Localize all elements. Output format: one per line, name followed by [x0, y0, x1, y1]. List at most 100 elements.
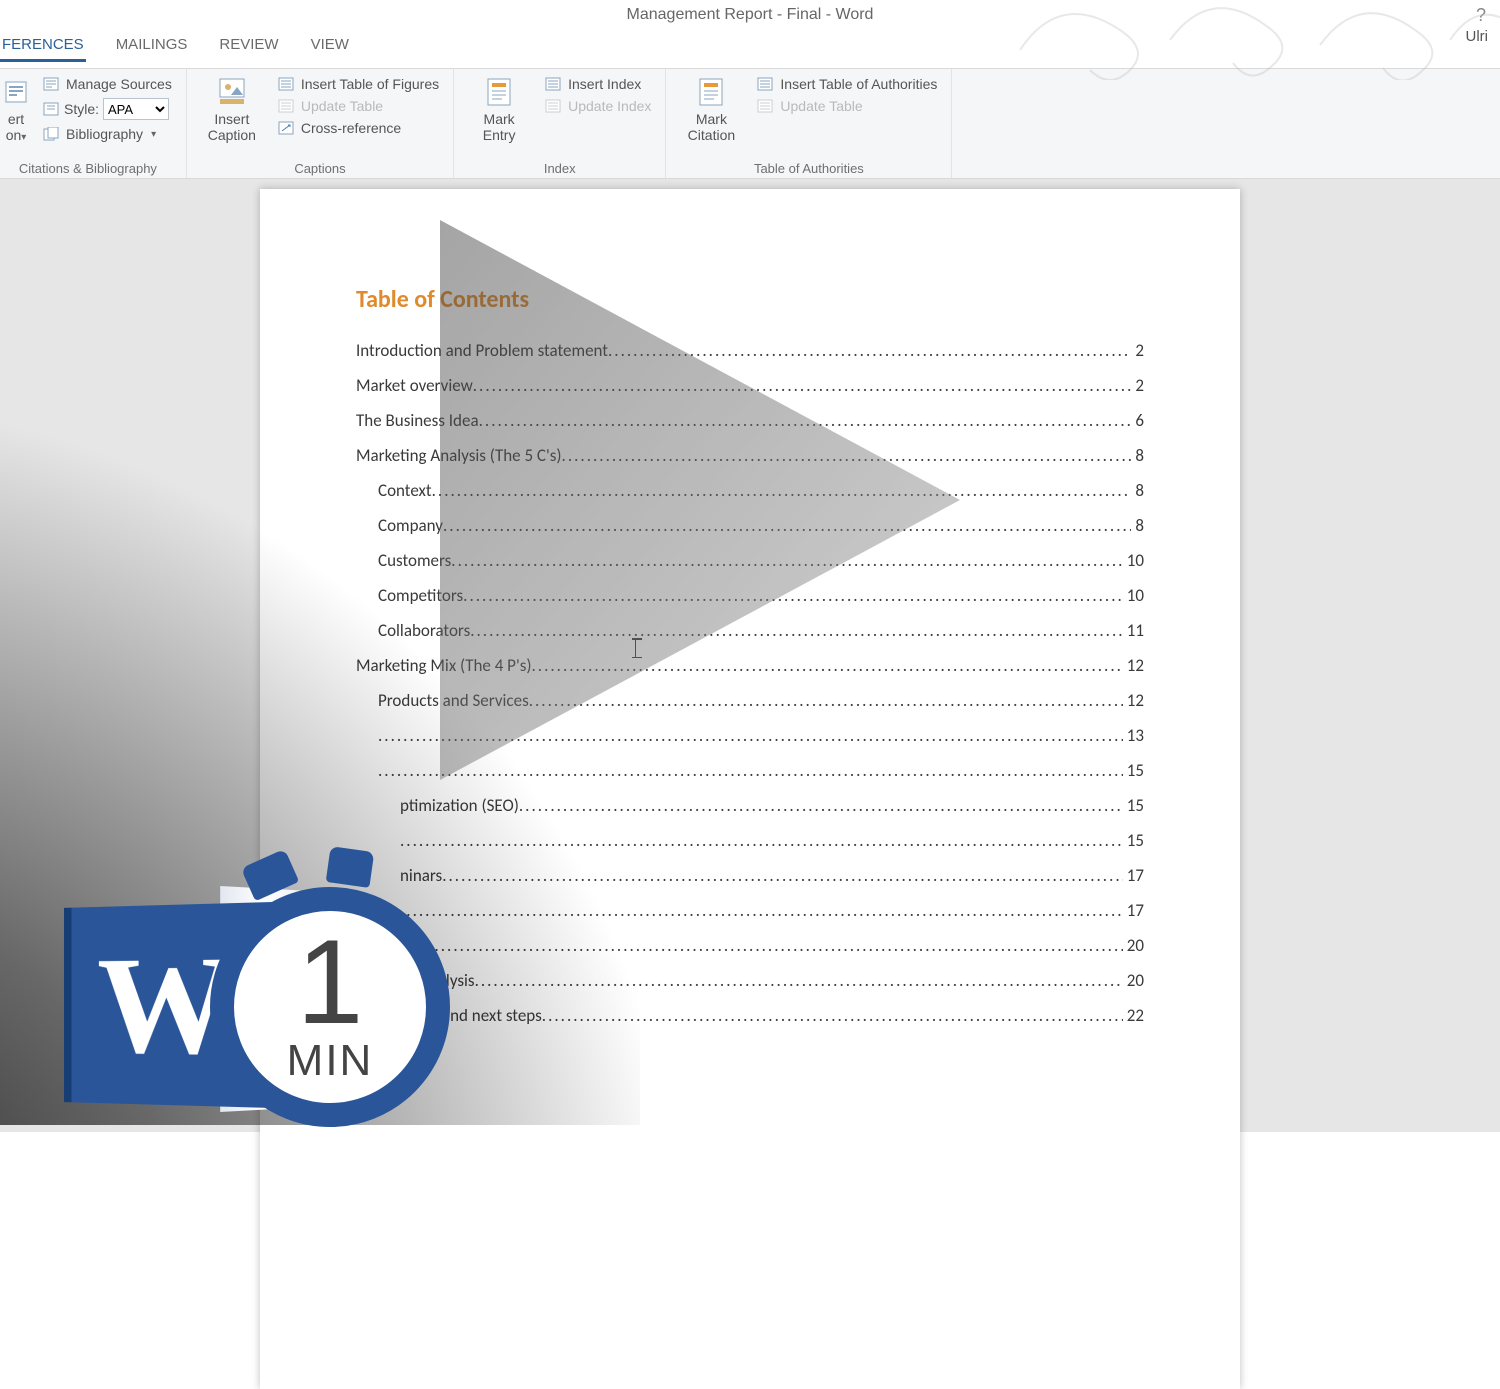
update-index-icon — [544, 98, 562, 114]
toc-entry-text: Company — [378, 515, 443, 536]
toc-entry-page: 10 — [1123, 585, 1144, 606]
toc-entry[interactable]: Collaborators 11 — [356, 620, 1144, 641]
text-cursor-icon — [635, 638, 637, 658]
toc-heading: Table of Contents — [356, 285, 1144, 314]
toc-leader-dots — [416, 935, 1123, 956]
crossref-icon — [277, 120, 295, 136]
insert-citation-button[interactable]: ert on▾ — [0, 75, 32, 144]
document-page[interactable]: Table of Contents Introduction and Probl… — [260, 189, 1240, 1389]
toc-entry-page: 17 — [1123, 865, 1144, 886]
ribbon-tabs: FERENCES MAILINGS REVIEW VIEW — [0, 30, 1500, 69]
toc-entry-text: Marketing Mix (The 4 P's) — [356, 655, 532, 676]
toc-leader-dots — [542, 1005, 1123, 1026]
citation-style-dropdown[interactable]: Style: APA — [38, 97, 176, 121]
toc-leader-dots — [562, 445, 1132, 466]
insert-table-of-figures-button[interactable]: Insert Table of Figures — [273, 75, 443, 93]
toc-entry[interactable]: 13 — [356, 725, 1144, 746]
toc-entry-page: 8 — [1131, 515, 1144, 536]
mark-entry-button[interactable]: Mark Entry — [464, 75, 534, 143]
toc-entry-page: 15 — [1123, 760, 1144, 781]
toc-leader-dots — [519, 795, 1123, 816]
tab-view[interactable]: VIEW — [309, 30, 351, 62]
toc-leader-dots — [378, 725, 1123, 746]
tab-review[interactable]: REVIEW — [217, 30, 280, 62]
toc-entry-page: 15 — [1123, 795, 1144, 816]
insert-index-button[interactable]: Insert Index — [540, 75, 655, 93]
toc-leader-dots — [443, 515, 1131, 536]
toc-entry[interactable]: Marketing Analysis (The 5 C's) 8 — [356, 445, 1144, 466]
manage-sources-button[interactable]: Manage Sources — [38, 75, 176, 93]
toc-entry-text: Marketing Analysis (The 5 C's) — [356, 445, 562, 466]
toc-entry[interactable]: Competitors 10 — [356, 585, 1144, 606]
toc-entry-page: 13 — [1123, 725, 1144, 746]
toc-entry-text: Introduction and Problem statement — [356, 340, 608, 361]
bibliography-icon — [42, 126, 60, 142]
update-toa-button: Update Table — [752, 97, 941, 115]
toc-entry-text: ptimization (SEO) — [400, 795, 519, 816]
toc-entry[interactable]: 15 — [356, 830, 1144, 851]
toc-entry-page: 20 — [1123, 970, 1144, 991]
update-table-figures-button: Update Table — [273, 97, 443, 115]
toc-leader-dots — [608, 340, 1131, 361]
toc-entry-page: 8 — [1131, 480, 1144, 501]
tab-references[interactable]: FERENCES — [0, 30, 86, 62]
insert-caption-button[interactable]: Insert Caption — [197, 75, 267, 143]
insert-toa-icon — [756, 76, 774, 92]
group-citations-label: Citations & Bibliography — [0, 159, 176, 176]
stopwatch-number: 1 — [297, 928, 364, 1036]
toc-entry-page: 15 — [1123, 830, 1144, 851]
toc-entry[interactable]: Market overview 2 — [356, 375, 1144, 396]
toc-leader-dots — [473, 375, 1132, 396]
manage-sources-icon — [42, 76, 60, 92]
toc-entry-page: 2 — [1131, 340, 1144, 361]
mark-citation-icon — [694, 75, 728, 109]
toc-entry-page: 11 — [1123, 620, 1144, 641]
toc-entry[interactable]: Introduction and Problem statement 2 — [356, 340, 1144, 361]
toc-entry[interactable]: ptimization (SEO) 15 — [356, 795, 1144, 816]
thumbnail-badge: W 1 MIN — [60, 905, 270, 1105]
style-select[interactable]: APA — [103, 98, 169, 120]
toc-entry-page: 12 — [1123, 655, 1144, 676]
group-captions-label: Captions — [197, 159, 443, 176]
toc-entry[interactable]: Marketing Mix (The 4 P's) 12 — [356, 655, 1144, 676]
toc-leader-dots — [475, 970, 1123, 991]
cross-reference-button[interactable]: Cross-reference — [273, 119, 443, 137]
toc-entry[interactable]: 15 — [356, 760, 1144, 781]
style-icon — [42, 101, 60, 117]
insert-index-icon — [544, 76, 562, 92]
tab-mailings[interactable]: MAILINGS — [114, 30, 190, 62]
toc-entry[interactable]: Company 8 — [356, 515, 1144, 536]
toc-entry-page: 8 — [1131, 445, 1144, 466]
window-title: Management Report - Final - Word — [627, 6, 874, 23]
group-index-label: Index — [464, 159, 655, 176]
toc-entry-text: Collaborators — [378, 620, 470, 641]
toc-entry-text: Competitors — [378, 585, 463, 606]
toc-leader-dots — [400, 900, 1123, 921]
ribbon: ert on▾ Manage Sources Style: APA — [0, 69, 1500, 179]
toc-entry-page: 10 — [1123, 550, 1144, 571]
toc-leader-dots — [463, 585, 1123, 606]
toc-leader-dots — [378, 760, 1123, 781]
toc-entry-text: Context — [378, 480, 432, 501]
toc-entry-page: 22 — [1123, 1005, 1144, 1026]
insert-toa-button[interactable]: Insert Table of Authorities — [752, 75, 941, 93]
toc-entry[interactable]: Context 8 — [356, 480, 1144, 501]
toc-entry[interactable]: The Business Idea6 — [356, 410, 1144, 431]
toc-entry-text: Market overview — [356, 375, 473, 396]
toc-leader-dots — [451, 550, 1122, 571]
toc-entry[interactable]: Customers10 — [356, 550, 1144, 571]
caption-icon — [215, 75, 249, 109]
toc-entry-page: 20 — [1123, 935, 1144, 956]
tof-icon — [277, 76, 295, 92]
user-name: Ulri — [1466, 22, 1489, 52]
toc-leader-dots — [532, 655, 1123, 676]
bibliography-button[interactable]: Bibliography▾ — [38, 125, 176, 143]
toc-entry[interactable]: Products and Services12 — [356, 690, 1144, 711]
mark-entry-icon — [482, 75, 516, 109]
update-icon — [277, 98, 295, 114]
toc-leader-dots — [432, 480, 1132, 501]
title-bar: Management Report - Final - Word ? Ulri — [0, 0, 1500, 30]
toc-leader-dots — [400, 830, 1123, 851]
toc-entry-page: 2 — [1131, 375, 1144, 396]
mark-citation-button[interactable]: Mark Citation — [676, 75, 746, 143]
